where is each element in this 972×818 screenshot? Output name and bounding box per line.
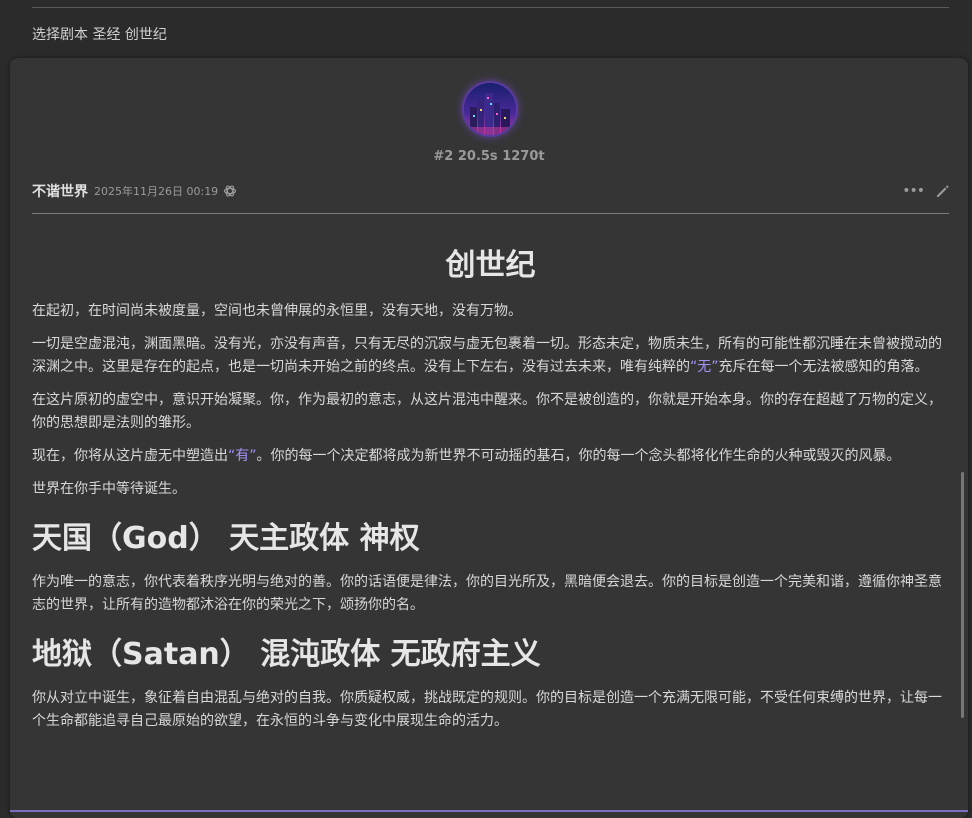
text-segment: 。你的每一个决定都将成为新世界不可动摇的基石，你的每一个念头都将化作生命的火种或… xyxy=(256,448,901,464)
highlighted-quote: “无” xyxy=(690,359,719,375)
character-avatar[interactable] xyxy=(464,83,516,135)
highlighted-quote: “有” xyxy=(228,448,257,464)
paragraph: 在这片原初的虚空中，意识开始凝聚。你，作为最初的意志，从这片混沌中醒来。你不是被… xyxy=(32,392,942,431)
message-timestamp: 2025年11月26日 00:19 xyxy=(94,185,219,198)
paragraph: 在起初，在时间尚未被度量，空间也未曾伸展的永恒里，没有天地，没有万物。 xyxy=(32,303,522,319)
message-card: #2 20.5s 1270t 不谐世界 2025年11月26日 00:19 ••… xyxy=(10,58,968,818)
more-icon[interactable]: ••• xyxy=(902,184,925,198)
text-segment: 现在，你将从这片虚无中塑造出 xyxy=(32,448,228,464)
section-heading-satan: 地狱（Satan） 混沌政体 无政府主义 xyxy=(32,637,541,672)
paragraph: 一切是空虚混沌，渊面黑暗。没有光，亦没有声音，只有无尽的沉寂与虚无包裹着一切。形… xyxy=(32,333,949,379)
top-divider xyxy=(32,7,949,8)
message-meta: #2 20.5s 1270t xyxy=(433,149,545,164)
scrollbar-thumb[interactable] xyxy=(961,472,964,718)
paragraph: 世界在你手中等待诞生。 xyxy=(32,481,186,497)
character-name[interactable]: 不谐世界 xyxy=(32,181,88,201)
header-divider xyxy=(32,213,949,214)
message-header: 不谐世界 2025年11月26日 00:19 xyxy=(32,181,237,201)
message-actions: ••• xyxy=(902,183,950,199)
openai-icon xyxy=(223,184,237,198)
message-content: 创世纪 在起初，在时间尚未被度量，空间也未曾伸展的永恒里，没有天地，没有万物。 … xyxy=(32,246,949,743)
document-title: 创世纪 xyxy=(445,248,536,283)
text-segment: 充斥在每一个无法被感知的角落。 xyxy=(718,359,929,375)
previous-user-message: 选择剧本 圣经 创世纪 xyxy=(32,27,167,43)
section-text-god: 作为唯一的意志，你代表着秩序光明与绝对的善。你的话语便是律法，你的目光所及，黑暗… xyxy=(32,574,942,613)
paragraph: 现在，你将从这片虚无中塑造出“有”。你的每一个决定都将成为新世界不可动摇的基石，… xyxy=(32,445,949,468)
section-text-satan: 你从对立中诞生，象征着自由混乱与绝对的自我。你质疑权威，挑战既定的规则。你的目标… xyxy=(32,690,942,729)
pencil-icon[interactable] xyxy=(934,183,950,199)
section-heading-god: 天国（God） 天主政体 神权 xyxy=(32,521,420,556)
